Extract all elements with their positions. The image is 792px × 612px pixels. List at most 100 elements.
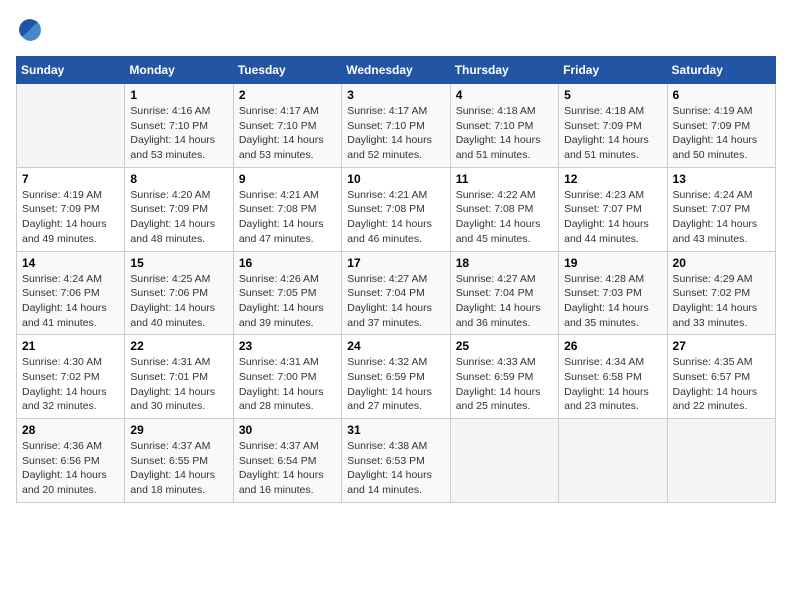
day-info: Sunrise: 4:27 AM Sunset: 7:04 PM Dayligh… [347, 272, 444, 331]
day-number: 10 [347, 172, 444, 186]
day-info: Sunrise: 4:30 AM Sunset: 7:02 PM Dayligh… [22, 355, 119, 414]
day-info: Sunrise: 4:27 AM Sunset: 7:04 PM Dayligh… [456, 272, 553, 331]
calendar-cell-w4d0: 28 Sunrise: 4:36 AM Sunset: 6:56 PM Dayli… [17, 419, 125, 503]
day-info: Sunrise: 4:19 AM Sunset: 7:09 PM Dayligh… [673, 104, 770, 163]
day-number: 14 [22, 256, 119, 270]
calendar-cell-w1d1: 8 Sunrise: 4:20 AM Sunset: 7:09 PM Daylig… [125, 167, 233, 251]
calendar-cell-w3d5: 26 Sunrise: 4:34 AM Sunset: 6:58 PM Dayli… [559, 335, 667, 419]
day-number: 23 [239, 339, 336, 353]
day-number: 2 [239, 88, 336, 102]
calendar-cell-w4d5 [559, 419, 667, 503]
calendar-cell-w4d4 [450, 419, 558, 503]
weekday-header-friday: Friday [559, 57, 667, 84]
day-info: Sunrise: 4:17 AM Sunset: 7:10 PM Dayligh… [239, 104, 336, 163]
calendar-cell-w0d2: 2 Sunrise: 4:17 AM Sunset: 7:10 PM Daylig… [233, 84, 341, 168]
calendar-cell-w3d3: 24 Sunrise: 4:32 AM Sunset: 6:59 PM Dayli… [342, 335, 450, 419]
day-number: 22 [130, 339, 227, 353]
day-number: 16 [239, 256, 336, 270]
day-number: 31 [347, 423, 444, 437]
day-number: 24 [347, 339, 444, 353]
day-number: 13 [673, 172, 770, 186]
day-info: Sunrise: 4:21 AM Sunset: 7:08 PM Dayligh… [239, 188, 336, 247]
calendar-cell-w2d5: 19 Sunrise: 4:28 AM Sunset: 7:03 PM Dayli… [559, 251, 667, 335]
day-number: 8 [130, 172, 227, 186]
calendar-cell-w4d2: 30 Sunrise: 4:37 AM Sunset: 6:54 PM Dayli… [233, 419, 341, 503]
calendar-cell-w1d5: 12 Sunrise: 4:23 AM Sunset: 7:07 PM Dayli… [559, 167, 667, 251]
calendar-cell-w0d1: 1 Sunrise: 4:16 AM Sunset: 7:10 PM Daylig… [125, 84, 233, 168]
day-number: 11 [456, 172, 553, 186]
day-number: 25 [456, 339, 553, 353]
calendar-cell-w4d1: 29 Sunrise: 4:37 AM Sunset: 6:55 PM Dayli… [125, 419, 233, 503]
day-info: Sunrise: 4:32 AM Sunset: 6:59 PM Dayligh… [347, 355, 444, 414]
day-info: Sunrise: 4:22 AM Sunset: 7:08 PM Dayligh… [456, 188, 553, 247]
calendar-cell-w2d6: 20 Sunrise: 4:29 AM Sunset: 7:02 PM Dayli… [667, 251, 775, 335]
day-info: Sunrise: 4:31 AM Sunset: 7:01 PM Dayligh… [130, 355, 227, 414]
day-info: Sunrise: 4:24 AM Sunset: 7:07 PM Dayligh… [673, 188, 770, 247]
calendar-cell-w2d1: 15 Sunrise: 4:25 AM Sunset: 7:06 PM Dayli… [125, 251, 233, 335]
day-number: 21 [22, 339, 119, 353]
weekday-header-monday: Monday [125, 57, 233, 84]
day-info: Sunrise: 4:18 AM Sunset: 7:09 PM Dayligh… [564, 104, 661, 163]
logo [16, 16, 48, 44]
day-info: Sunrise: 4:38 AM Sunset: 6:53 PM Dayligh… [347, 439, 444, 498]
day-number: 17 [347, 256, 444, 270]
day-number: 19 [564, 256, 661, 270]
day-info: Sunrise: 4:31 AM Sunset: 7:00 PM Dayligh… [239, 355, 336, 414]
calendar-cell-w1d2: 9 Sunrise: 4:21 AM Sunset: 7:08 PM Daylig… [233, 167, 341, 251]
calendar-cell-w0d4: 4 Sunrise: 4:18 AM Sunset: 7:10 PM Daylig… [450, 84, 558, 168]
calendar-cell-w2d0: 14 Sunrise: 4:24 AM Sunset: 7:06 PM Dayli… [17, 251, 125, 335]
day-number: 15 [130, 256, 227, 270]
day-info: Sunrise: 4:26 AM Sunset: 7:05 PM Dayligh… [239, 272, 336, 331]
day-info: Sunrise: 4:17 AM Sunset: 7:10 PM Dayligh… [347, 104, 444, 163]
weekday-header-wednesday: Wednesday [342, 57, 450, 84]
day-info: Sunrise: 4:24 AM Sunset: 7:06 PM Dayligh… [22, 272, 119, 331]
calendar-cell-w0d0 [17, 84, 125, 168]
day-number: 7 [22, 172, 119, 186]
calendar-cell-w0d3: 3 Sunrise: 4:17 AM Sunset: 7:10 PM Daylig… [342, 84, 450, 168]
calendar-table: SundayMondayTuesdayWednesdayThursdayFrid… [16, 56, 776, 503]
weekday-header-thursday: Thursday [450, 57, 558, 84]
calendar-cell-w3d0: 21 Sunrise: 4:30 AM Sunset: 7:02 PM Dayli… [17, 335, 125, 419]
calendar-cell-w1d0: 7Sunrise: 4:19 AM Sunset: 7:09 PM Daylig… [17, 167, 125, 251]
calendar-cell-w1d4: 11 Sunrise: 4:22 AM Sunset: 7:08 PM Dayli… [450, 167, 558, 251]
day-number: 26 [564, 339, 661, 353]
day-info: Sunrise: 4:18 AM Sunset: 7:10 PM Dayligh… [456, 104, 553, 163]
calendar-cell-w3d2: 23 Sunrise: 4:31 AM Sunset: 7:00 PM Dayli… [233, 335, 341, 419]
day-info: Sunrise: 4:35 AM Sunset: 6:57 PM Dayligh… [673, 355, 770, 414]
calendar-cell-w2d4: 18Sunrise: 4:27 AM Sunset: 7:04 PM Dayli… [450, 251, 558, 335]
calendar-cell-w0d6: 6 Sunrise: 4:19 AM Sunset: 7:09 PM Daylig… [667, 84, 775, 168]
day-info: Sunrise: 4:37 AM Sunset: 6:54 PM Dayligh… [239, 439, 336, 498]
calendar-cell-w3d6: 27 Sunrise: 4:35 AM Sunset: 6:57 PM Dayli… [667, 335, 775, 419]
day-info: Sunrise: 4:34 AM Sunset: 6:58 PM Dayligh… [564, 355, 661, 414]
day-number: 6 [673, 88, 770, 102]
calendar-cell-w3d1: 22 Sunrise: 4:31 AM Sunset: 7:01 PM Dayli… [125, 335, 233, 419]
day-number: 3 [347, 88, 444, 102]
day-info: Sunrise: 4:16 AM Sunset: 7:10 PM Dayligh… [130, 104, 227, 163]
calendar-cell-w1d3: 10 Sunrise: 4:21 AM Sunset: 7:08 PM Dayli… [342, 167, 450, 251]
day-number: 27 [673, 339, 770, 353]
day-number: 12 [564, 172, 661, 186]
day-number: 29 [130, 423, 227, 437]
day-number: 4 [456, 88, 553, 102]
day-info: Sunrise: 4:23 AM Sunset: 7:07 PM Dayligh… [564, 188, 661, 247]
calendar-cell-w3d4: 25 Sunrise: 4:33 AM Sunset: 6:59 PM Dayli… [450, 335, 558, 419]
day-number: 28 [22, 423, 119, 437]
day-info: Sunrise: 4:28 AM Sunset: 7:03 PM Dayligh… [564, 272, 661, 331]
day-number: 30 [239, 423, 336, 437]
day-info: Sunrise: 4:37 AM Sunset: 6:55 PM Dayligh… [130, 439, 227, 498]
calendar-cell-w4d3: 31 Sunrise: 4:38 AM Sunset: 6:53 PM Dayli… [342, 419, 450, 503]
day-info: Sunrise: 4:25 AM Sunset: 7:06 PM Dayligh… [130, 272, 227, 331]
day-number: 1 [130, 88, 227, 102]
day-info: Sunrise: 4:36 AM Sunset: 6:56 PM Dayligh… [22, 439, 119, 498]
calendar-cell-w2d2: 16 Sunrise: 4:26 AM Sunset: 7:05 PM Dayli… [233, 251, 341, 335]
logo-icon [16, 16, 44, 44]
day-info: Sunrise: 4:21 AM Sunset: 7:08 PM Dayligh… [347, 188, 444, 247]
weekday-header-saturday: Saturday [667, 57, 775, 84]
day-number: 20 [673, 256, 770, 270]
day-info: Sunrise: 4:20 AM Sunset: 7:09 PM Dayligh… [130, 188, 227, 247]
day-info: Sunrise: 4:33 AM Sunset: 6:59 PM Dayligh… [456, 355, 553, 414]
day-info: Sunrise: 4:29 AM Sunset: 7:02 PM Dayligh… [673, 272, 770, 331]
header [16, 16, 776, 44]
day-number: 9 [239, 172, 336, 186]
weekday-header-sunday: Sunday [17, 57, 125, 84]
